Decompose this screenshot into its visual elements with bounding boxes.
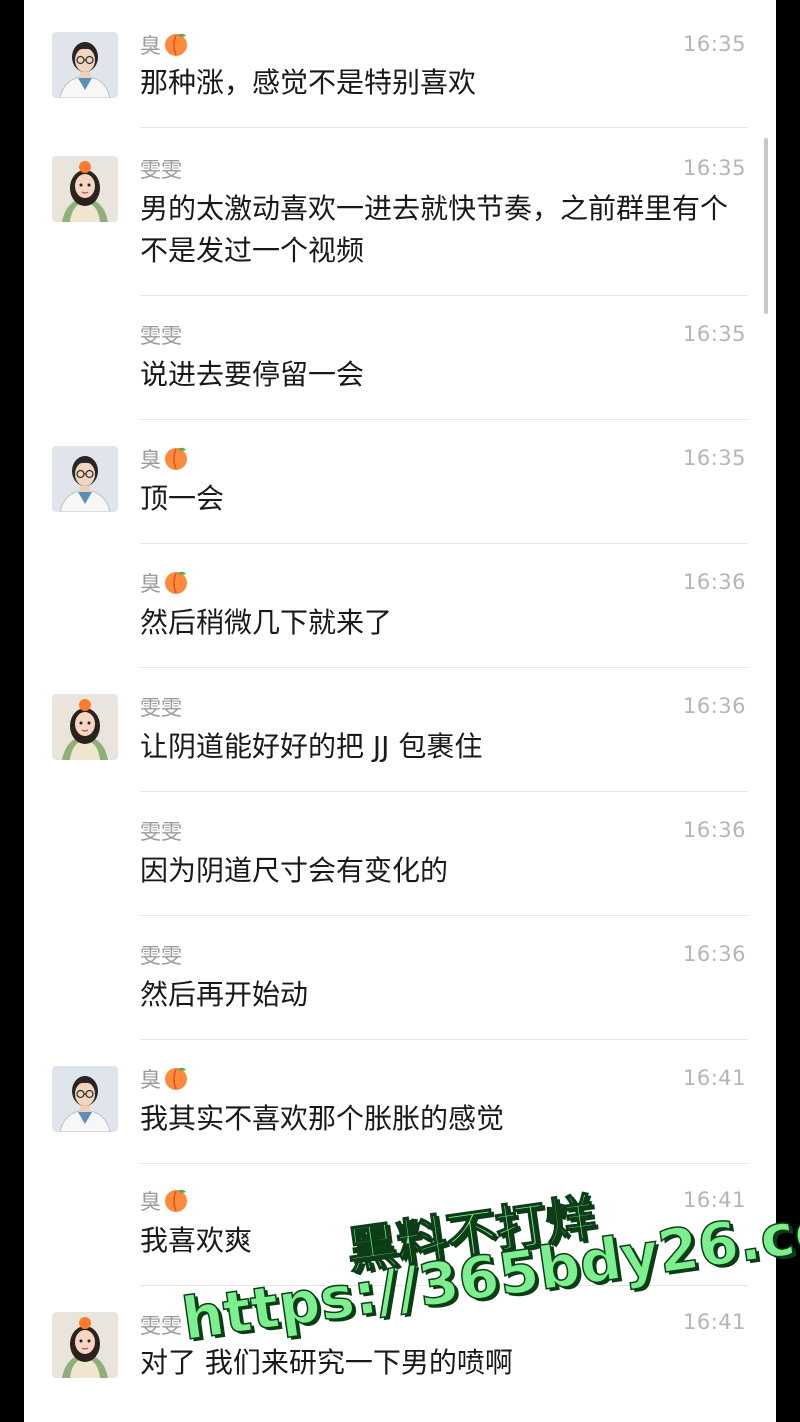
message-text[interactable]: 然后稍微几下就来了 — [140, 602, 740, 644]
sender-name: 臭 — [140, 568, 189, 600]
sender-name: 臭 — [140, 30, 189, 62]
message-text[interactable]: 男的太激动喜欢一进去就快节奏，之前群里有个不是发过一个视频 — [140, 188, 740, 272]
avatar-doctor-icon — [52, 446, 118, 512]
message-text[interactable]: 说进去要停留一会 — [140, 354, 740, 396]
message-time: 16:41 — [682, 1310, 746, 1334]
message-text[interactable]: 那种涨，感觉不是特别喜欢 — [140, 62, 740, 104]
peach-emoji-icon — [163, 569, 189, 600]
message-time: 16:36 — [682, 570, 746, 594]
sender-name: 雯雯 — [140, 944, 182, 968]
avatar-doctor-icon — [52, 1066, 118, 1132]
message-time: 16:35 — [682, 322, 746, 346]
sender-name: 臭 — [140, 1064, 189, 1096]
message-time: 16:35 — [682, 32, 746, 56]
avatar-girl-icon — [52, 694, 118, 760]
message-row[interactable]: 雯雯 16:35 说进去要停留一会 — [24, 296, 776, 420]
message-time: 16:36 — [682, 942, 746, 966]
sender-name: 雯雯 — [140, 820, 182, 844]
message-text[interactable]: 顶一会 — [140, 478, 740, 520]
peach-emoji-icon — [163, 445, 189, 476]
message-text[interactable]: 对了 我们来研究一下男的喷啊 — [140, 1342, 740, 1384]
message-text[interactable]: 我喜欢爽 — [140, 1220, 740, 1262]
chat-history-panel[interactable]: 臭 16:35 那种涨，感觉不是特别喜欢 雯雯 16:35 男的太激动喜欢一进去… — [24, 0, 776, 1422]
sender-name: 雯雯 — [140, 1314, 182, 1338]
message-time: 16:36 — [682, 818, 746, 842]
message-row[interactable]: 臭 16:36 然后稍微几下就来了 — [24, 544, 776, 668]
message-row[interactable]: 臭 16:35 顶一会 — [24, 420, 776, 544]
message-time: 16:41 — [682, 1188, 746, 1212]
avatar[interactable] — [52, 1312, 118, 1378]
peach-emoji-icon — [163, 1187, 189, 1218]
peach-emoji-icon — [163, 31, 189, 62]
message-row[interactable]: 臭 16:41 我其实不喜欢那个胀胀的感觉 — [24, 1040, 776, 1164]
sender-name: 雯雯 — [140, 696, 182, 720]
avatar-doctor-icon — [52, 32, 118, 98]
avatar[interactable] — [52, 32, 118, 98]
message-text[interactable]: 因为阴道尺寸会有变化的 — [140, 850, 740, 892]
message-text[interactable]: 然后再开始动 — [140, 974, 740, 1016]
message-time: 16:35 — [682, 446, 746, 470]
avatar-girl-icon — [52, 1312, 118, 1378]
message-text[interactable]: 让阴道能好好的把 JJ 包裹住 — [140, 726, 740, 768]
message-row[interactable]: 雯雯 16:36 然后再开始动 — [24, 916, 776, 1040]
sender-name: 臭 — [140, 1186, 189, 1218]
avatar[interactable] — [52, 694, 118, 760]
scrollbar-thumb[interactable] — [764, 138, 768, 314]
avatar[interactable] — [52, 1066, 118, 1132]
message-row[interactable]: 雯雯 16:36 让阴道能好好的把 JJ 包裹住 — [24, 668, 776, 792]
avatar[interactable] — [52, 446, 118, 512]
sender-name: 臭 — [140, 444, 189, 476]
message-row[interactable]: 雯雯 16:36 因为阴道尺寸会有变化的 — [24, 792, 776, 916]
message-row[interactable]: 雯雯 16:41 对了 我们来研究一下男的喷啊 — [24, 1286, 776, 1422]
avatar-girl-icon — [52, 156, 118, 222]
message-time: 16:35 — [682, 156, 746, 180]
message-row[interactable]: 雯雯 16:35 男的太激动喜欢一进去就快节奏，之前群里有个不是发过一个视频 — [24, 128, 776, 296]
message-row[interactable]: 臭 16:35 那种涨，感觉不是特别喜欢 — [24, 0, 776, 128]
sender-name: 雯雯 — [140, 158, 182, 182]
avatar[interactable] — [52, 156, 118, 222]
message-text[interactable]: 我其实不喜欢那个胀胀的感觉 — [140, 1098, 740, 1140]
message-row[interactable]: 臭 16:41 我喜欢爽 — [24, 1164, 776, 1288]
message-time: 16:36 — [682, 694, 746, 718]
peach-emoji-icon — [163, 1065, 189, 1096]
message-time: 16:41 — [682, 1066, 746, 1090]
sender-name: 雯雯 — [140, 324, 182, 348]
